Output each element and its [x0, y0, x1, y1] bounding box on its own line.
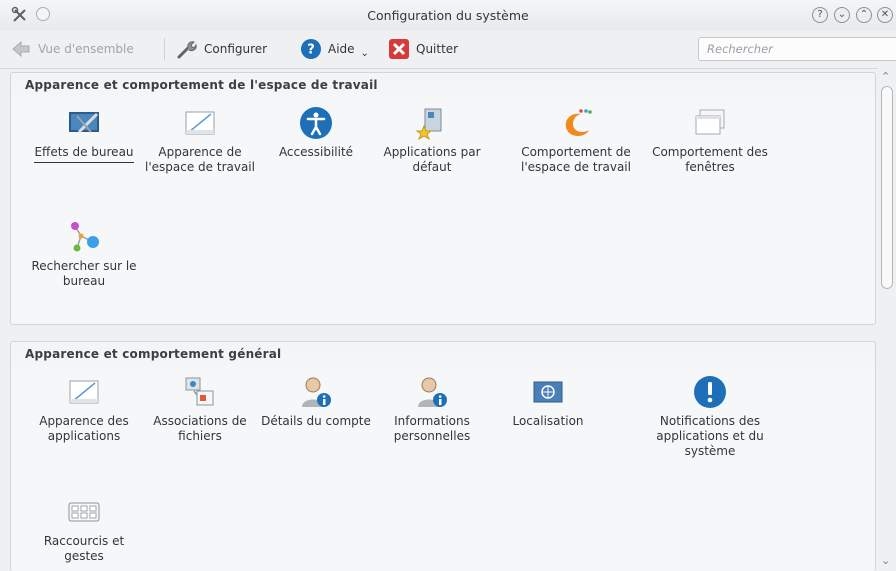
item-label: Effets de bureau [34, 145, 134, 163]
workspace-behavior-item[interactable]: Comportement de l'espace de travail [517, 106, 635, 175]
workspace-behavior-icon [565, 109, 592, 136]
desktop-search-item[interactable]: Rechercher sur le bureau [25, 220, 143, 289]
window-behavior-icon [695, 109, 725, 135]
minimize-button[interactable]: ⌄ [834, 7, 850, 23]
file-associations-item[interactable]: Associations de fichiers [141, 375, 259, 444]
help-icon: ? [301, 39, 321, 59]
application-appearance-item[interactable]: Apparence des applications [25, 375, 143, 444]
item-label: Comportement de l'espace de travail [521, 145, 631, 174]
scrollbar-thumb[interactable] [881, 86, 893, 289]
workspace-appearance-icon [185, 111, 215, 135]
default-applications-icon [415, 108, 442, 140]
keyboard-icon [68, 502, 100, 522]
help-button[interactable]: ? Aide ⌄ [300, 38, 369, 60]
personal-information-item[interactable]: Informations personnelles [373, 375, 491, 444]
item-label: Accessibilité [278, 145, 354, 159]
localization-item[interactable]: Localisation [489, 375, 607, 429]
overview-label: Vue d'ensemble [38, 42, 134, 56]
configure-label: Configurer [204, 42, 268, 56]
quit-icon [389, 39, 409, 59]
notifications-icon [694, 376, 726, 408]
wrench-icon [177, 41, 197, 59]
workspace-section: Apparence et comportement de l'espace de… [10, 72, 876, 325]
item-label: Localisation [512, 414, 584, 428]
svg-text:?: ? [307, 43, 315, 58]
desktop-effects-icon [69, 112, 99, 134]
default-applications-item[interactable]: Applications par défaut [373, 106, 491, 175]
help-dropdown-icon[interactable]: ⌄ [361, 48, 369, 59]
window-behavior-item[interactable]: Comportement des fenêtres [651, 106, 769, 175]
workspace-appearance-item[interactable]: Apparence de l'espace de travail [141, 106, 259, 175]
desktop-effects-item[interactable]: Effets de bureau [25, 106, 143, 163]
help-window-button[interactable]: ? [812, 7, 828, 23]
search-input[interactable]: Rechercher [698, 37, 896, 61]
quit-button[interactable]: Quitter [388, 38, 458, 60]
general-section: Apparence et comportement général Appare… [10, 341, 876, 571]
section-title: Apparence et comportement de l'espace de… [25, 78, 378, 92]
item-label: Raccourcis et gestes [43, 534, 125, 563]
item-label: Comportement des fenêtres [652, 145, 768, 174]
desktop-search-icon [71, 222, 99, 252]
notifications-item[interactable]: Notifications des applications et du sys… [651, 375, 769, 459]
file-associations-icon [185, 377, 214, 406]
configure-button[interactable]: Configurer [176, 38, 267, 60]
toolbar-separator [164, 38, 165, 60]
quit-label: Quitter [416, 42, 459, 56]
personal-information-icon [418, 377, 447, 407]
accessibility-icon [300, 107, 332, 139]
item-label: Informations personnelles [393, 414, 471, 443]
maximize-button[interactable]: ⌃ [856, 7, 872, 23]
item-label: Apparence de l'espace de travail [145, 145, 255, 174]
help-label: Aide [328, 42, 355, 56]
scroll-down-icon[interactable]: ⌄ [881, 554, 890, 567]
scroll-up-icon[interactable]: ⌃ [881, 70, 890, 83]
title-bar: Configuration du système ? ⌄ ⌃ ✕ [0, 0, 896, 30]
account-details-icon [302, 377, 331, 407]
item-label: Rechercher sur le bureau [31, 259, 137, 288]
item-label: Applications par défaut [383, 145, 481, 174]
item-label: Associations de fichiers [153, 414, 247, 443]
accessibility-item[interactable]: Accessibilité [257, 106, 375, 160]
shortcuts-item[interactable]: Raccourcis et gestes [25, 495, 143, 564]
section-title: Apparence et comportement général [25, 347, 282, 361]
vertical-scrollbar[interactable]: ⌃ ⌄ [878, 68, 896, 571]
item-label: Apparence des applications [39, 414, 129, 443]
main-content: Apparence et comportement de l'espace de… [10, 72, 876, 571]
item-label: Notifications des applications et du sys… [656, 414, 764, 458]
window-title: Configuration du système [367, 8, 529, 23]
overview-button[interactable]: Vue d'ensemble [10, 38, 134, 60]
close-button[interactable]: ✕ [877, 7, 893, 23]
back-arrow-icon [12, 40, 30, 58]
account-details-item[interactable]: Détails du compte [257, 375, 375, 429]
application-appearance-icon [69, 380, 99, 404]
item-label: Détails du compte [261, 414, 371, 428]
localization-icon [533, 381, 563, 403]
